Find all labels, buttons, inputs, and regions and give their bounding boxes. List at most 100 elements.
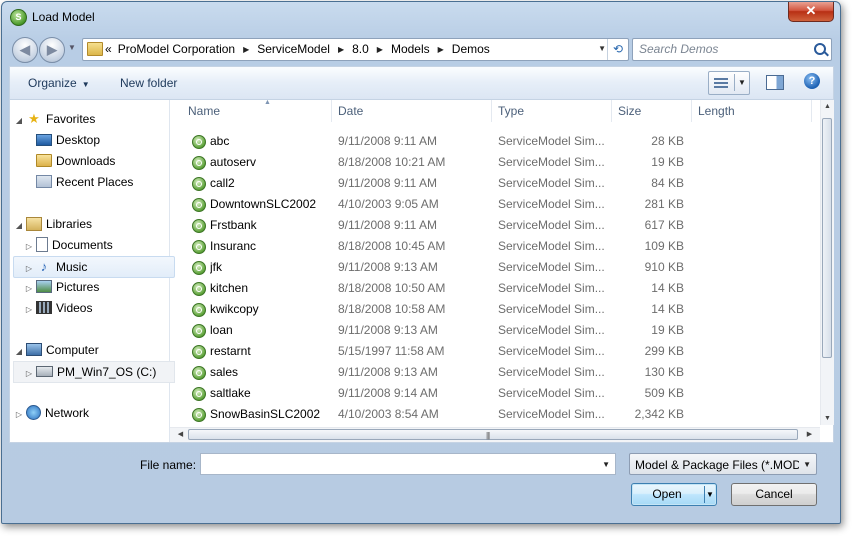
sidebar-item-videos[interactable]: ▷ Videos bbox=[24, 298, 93, 320]
file-row[interactable]: loan 9/11/2008 9:13 AM ServiceModel Sim...… bbox=[170, 320, 820, 341]
breadcrumb-item[interactable]: 8.0 bbox=[352, 42, 369, 56]
view-button-divider bbox=[734, 74, 735, 91]
expand-arrow-icon[interactable]: ▷ bbox=[24, 237, 34, 257]
chevron-down-icon[interactable]: ▼ bbox=[706, 484, 714, 505]
scroll-right-icon[interactable]: ▶ bbox=[803, 428, 816, 442]
chevron-down-icon[interactable]: ▼ bbox=[738, 78, 746, 87]
file-size: 19 KB bbox=[651, 155, 684, 169]
expand-arrow-icon[interactable]: ▷ bbox=[24, 259, 34, 279]
app-icon: S bbox=[10, 9, 27, 26]
back-button[interactable]: ◀ bbox=[12, 37, 38, 63]
change-view-button[interactable]: ▼ bbox=[708, 71, 750, 95]
vertical-scrollbar[interactable]: ▲ ▼ bbox=[820, 100, 834, 425]
horizontal-scrollbar[interactable]: ◀ ||| ▶ bbox=[170, 427, 820, 442]
preview-pane-icon[interactable] bbox=[766, 75, 784, 90]
cancel-button[interactable]: Cancel bbox=[731, 483, 817, 506]
sidebar-item-desktop[interactable]: Desktop bbox=[24, 130, 100, 150]
file-date: 8/18/2008 10:21 AM bbox=[338, 155, 446, 169]
file-row[interactable]: SnowBasinSLC2002 4/10/2003 8:54 AM Service… bbox=[170, 404, 820, 425]
breadcrumb-item[interactable]: ServiceModel bbox=[257, 42, 330, 56]
help-icon[interactable]: ? bbox=[804, 73, 820, 89]
file-row[interactable]: saltlake 9/11/2008 9:14 AM ServiceModel Si… bbox=[170, 383, 820, 404]
sidebar-libraries[interactable]: ◢ Libraries bbox=[14, 214, 92, 234]
address-bar[interactable]: « ProModel Corporation ▶ ServiceModel ▶ 8.… bbox=[82, 38, 629, 61]
breadcrumb-arrow-icon[interactable]: ▶ bbox=[243, 45, 249, 54]
sidebar-network[interactable]: ▷ Network bbox=[14, 403, 89, 423]
computer-icon bbox=[26, 343, 42, 357]
browser-content: ◢ ★ Favorites Desktop Downloads Recent Pla… bbox=[9, 99, 834, 443]
servicemodel-file-icon bbox=[192, 219, 206, 233]
sidebar-item-downloads[interactable]: Downloads bbox=[24, 151, 115, 171]
file-row[interactable]: Frstbank 9/11/2008 9:11 AM ServiceModel Si… bbox=[170, 215, 820, 236]
scroll-thumb[interactable]: ||| bbox=[188, 429, 798, 440]
breadcrumb-item[interactable]: ProModel Corporation bbox=[118, 42, 235, 56]
recent-pages-dropdown-icon[interactable]: ▼ bbox=[68, 43, 76, 52]
title-bar[interactable]: S Load Model ✕ bbox=[2, 2, 840, 32]
address-dropdown-icon[interactable]: ▼ bbox=[598, 44, 606, 53]
column-header-length[interactable]: Length bbox=[692, 100, 812, 122]
expand-arrow-icon[interactable]: ▷ bbox=[14, 405, 24, 425]
filename-combobox[interactable]: ▼ bbox=[200, 453, 616, 475]
breadcrumb-arrow-icon[interactable]: ▶ bbox=[338, 45, 344, 54]
chevron-down-icon[interactable]: ▼ bbox=[602, 460, 610, 469]
file-row[interactable]: autoserv 8/18/2008 10:21 AM ServiceModel S… bbox=[170, 152, 820, 173]
organize-menu[interactable]: Organize ▼ bbox=[28, 76, 90, 90]
sidebar-computer[interactable]: ◢ Computer bbox=[14, 340, 99, 360]
scroll-down-icon[interactable]: ▼ bbox=[821, 412, 834, 425]
new-folder-button[interactable]: New folder bbox=[120, 76, 177, 90]
filename-input[interactable] bbox=[201, 454, 601, 474]
file-row[interactable]: kwikcopy 8/18/2008 10:58 AM ServiceModel S… bbox=[170, 299, 820, 320]
search-box[interactable] bbox=[632, 38, 832, 61]
scroll-left-icon[interactable]: ◀ bbox=[174, 428, 187, 442]
sidebar-label: Recent Places bbox=[56, 175, 134, 189]
star-icon: ★ bbox=[28, 110, 40, 126]
column-header-name[interactable]: ▲ Name bbox=[182, 100, 332, 122]
collapse-arrow-icon[interactable]: ◢ bbox=[14, 111, 24, 131]
breadcrumb-arrow-icon[interactable]: ▶ bbox=[438, 45, 444, 54]
sidebar-item-music[interactable]: ▷ ♪ Music bbox=[13, 256, 175, 278]
file-row[interactable]: Insuranc 8/18/2008 10:45 AM ServiceModel S… bbox=[170, 236, 820, 257]
close-button[interactable]: ✕ bbox=[788, 2, 834, 22]
scroll-up-icon[interactable]: ▲ bbox=[821, 100, 834, 113]
scroll-thumb[interactable] bbox=[822, 118, 832, 358]
open-button[interactable]: Open ▼ bbox=[631, 483, 717, 506]
sidebar-label: Pictures bbox=[56, 280, 100, 294]
file-type-filter[interactable]: Model & Package Files (*.MOD, *.SPK) ▼ bbox=[629, 453, 817, 475]
sidebar-item-drive-c[interactable]: ▷ PM_Win7_OS (C:) bbox=[13, 361, 175, 383]
file-row[interactable]: call2 9/11/2008 9:11 AM ServiceModel Sim..… bbox=[170, 173, 820, 194]
column-header-size[interactable]: Size bbox=[612, 100, 692, 122]
file-row[interactable]: DowntownSLC2002 4/10/2003 9:05 AM ServiceM… bbox=[170, 194, 820, 215]
servicemodel-file-icon bbox=[192, 303, 206, 317]
file-row[interactable]: jfk 9/11/2008 9:13 AM ServiceModel Sim... 9… bbox=[170, 257, 820, 278]
file-row[interactable]: kitchen 8/18/2008 10:50 AM ServiceModel Si… bbox=[170, 278, 820, 299]
file-name: jfk bbox=[210, 260, 222, 274]
column-header-date[interactable]: Date bbox=[332, 100, 492, 122]
search-input[interactable] bbox=[633, 39, 809, 58]
chevron-down-icon[interactable]: ▼ bbox=[803, 460, 811, 469]
servicemodel-file-icon bbox=[192, 177, 206, 191]
search-icon[interactable] bbox=[814, 43, 826, 55]
forward-button[interactable]: ▶ bbox=[39, 37, 65, 63]
file-row[interactable]: abc 9/11/2008 9:11 AM ServiceModel Sim... 2… bbox=[170, 131, 820, 152]
file-size: 109 KB bbox=[644, 239, 684, 253]
expand-arrow-icon[interactable]: ▷ bbox=[24, 364, 34, 384]
breadcrumb-item[interactable]: Models bbox=[391, 42, 430, 56]
sidebar-item-pictures[interactable]: ▷ Pictures bbox=[24, 277, 99, 297]
file-row[interactable]: sales 9/11/2008 9:13 AM ServiceModel Sim..… bbox=[170, 362, 820, 383]
file-type: ServiceModel Sim... bbox=[498, 155, 605, 169]
refresh-icon[interactable]: ⟲ bbox=[607, 39, 628, 60]
expand-arrow-icon[interactable]: ▷ bbox=[24, 279, 34, 299]
expand-arrow-icon[interactable]: ▷ bbox=[24, 300, 34, 320]
sidebar-item-documents[interactable]: ▷ Documents bbox=[24, 235, 113, 255]
sidebar-favorites[interactable]: ◢ ★ Favorites bbox=[14, 109, 95, 129]
breadcrumb-overflow[interactable]: « bbox=[105, 42, 112, 56]
file-row[interactable]: restarnt 5/15/1997 11:58 AM ServiceModel S… bbox=[170, 341, 820, 362]
column-header-type[interactable]: Type bbox=[492, 100, 612, 122]
file-type: ServiceModel Sim... bbox=[498, 407, 605, 421]
breadcrumb-item[interactable]: Demos bbox=[452, 42, 490, 56]
breadcrumb-arrow-icon[interactable]: ▶ bbox=[377, 45, 383, 54]
sidebar-item-recent-places[interactable]: Recent Places bbox=[24, 172, 133, 192]
servicemodel-file-icon bbox=[192, 240, 206, 254]
collapse-arrow-icon[interactable]: ◢ bbox=[14, 342, 24, 362]
collapse-arrow-icon[interactable]: ◢ bbox=[14, 216, 24, 236]
